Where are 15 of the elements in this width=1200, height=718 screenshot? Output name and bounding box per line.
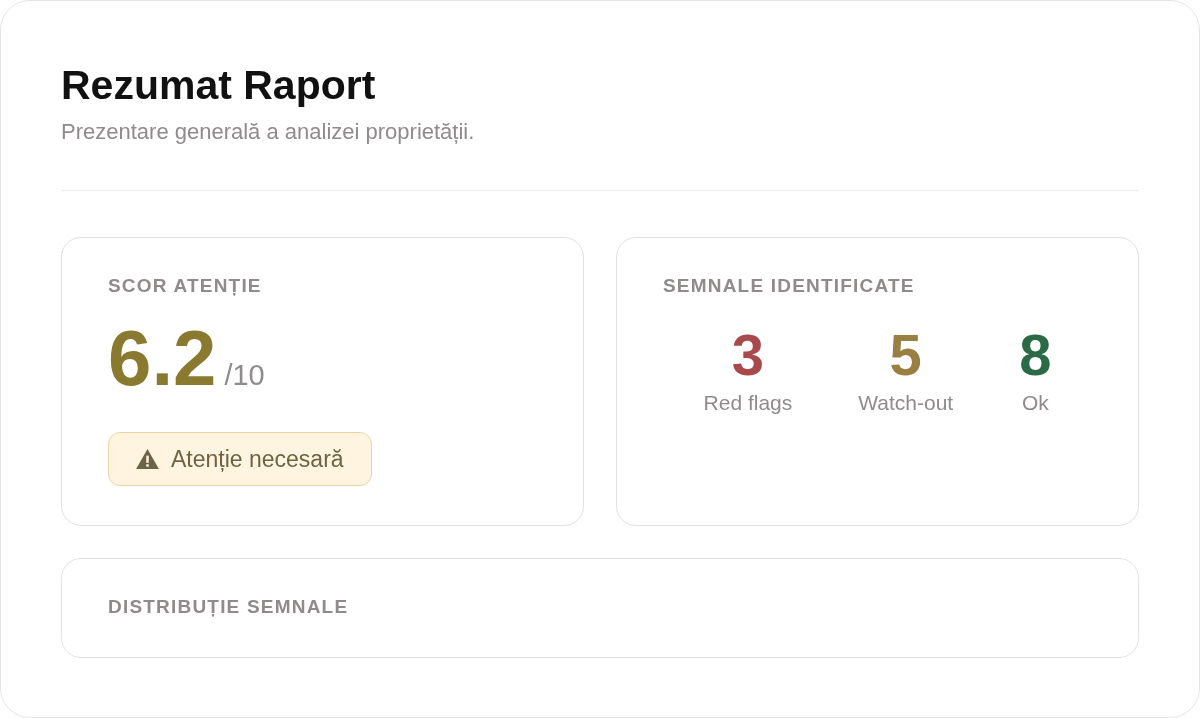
score-value: 6.2 xyxy=(108,314,217,402)
card-label: SEMNALE IDENTIFICATE xyxy=(663,274,915,298)
score-scale: /10 xyxy=(224,359,265,392)
page-subtitle: Prezentare generală a analizei proprietății. xyxy=(61,118,476,146)
stat-label: Ok xyxy=(1021,390,1049,416)
badge-text: Atenție necesară xyxy=(171,445,344,473)
stat-count: 8 xyxy=(1019,322,1052,388)
stat-count: 3 xyxy=(731,322,765,388)
stat-count: 5 xyxy=(889,322,922,388)
warning-icon xyxy=(136,449,159,469)
stat-label: Watch-out xyxy=(858,390,954,416)
stat-label: Red flags xyxy=(703,390,793,416)
card-label: DISTRIBUȚIE SEMNALE xyxy=(108,595,349,619)
page-title: Rezumat Raport xyxy=(61,61,377,109)
card-label: SCOR ATENȚIE xyxy=(108,274,262,298)
